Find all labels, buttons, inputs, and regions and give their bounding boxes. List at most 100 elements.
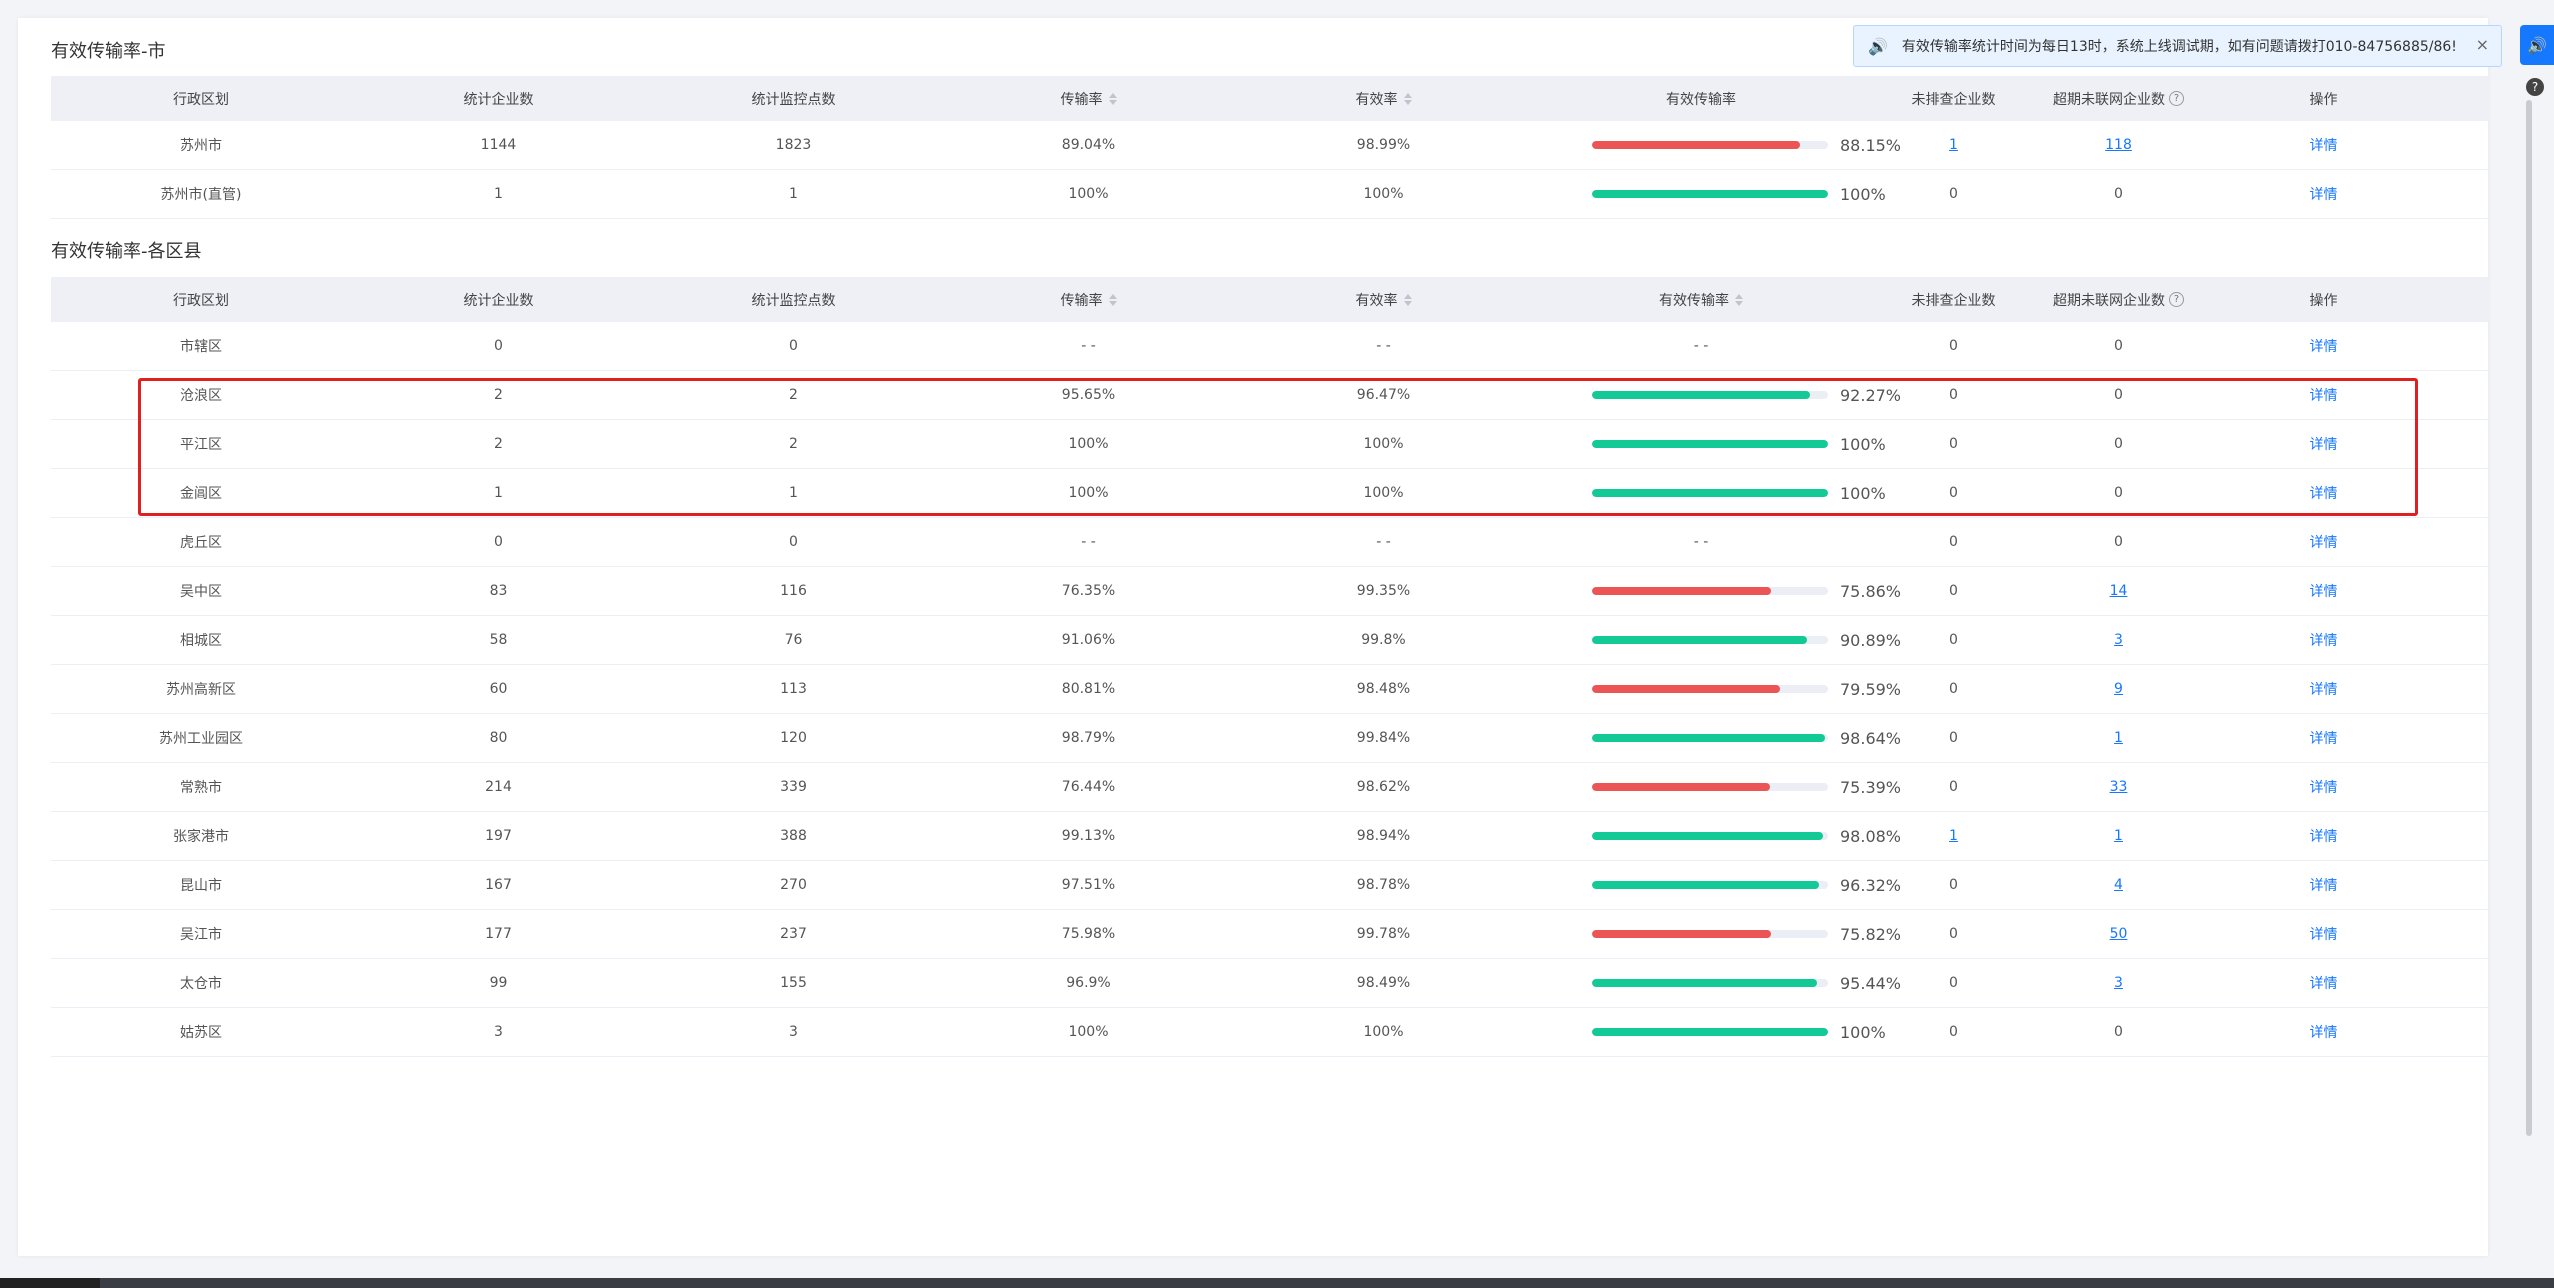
column-header: 未排查企业数 [1871,277,2036,322]
cell-region: 沧浪区 [180,388,222,404]
column-header-label: 统计监控点数 [751,91,836,108]
notice-text: 有效传输率统计时间为每日13时，系统上线调试期，如有问题请拨打010-84756… [1901,39,2457,55]
overdue-count-link[interactable]: 3 [2114,632,2123,648]
progress-track [1592,1028,1828,1036]
cell-companies: 60 [489,681,508,697]
detail-link[interactable]: 详情 [2310,875,2338,895]
detail-link[interactable]: 详情 [2310,679,2338,699]
progress-track [1592,685,1828,693]
cell-overdue: 50 [2036,910,2201,958]
table-row: 市辖区 0 0 - - - - - - 0 0 详情 [51,322,2489,371]
column-header-label: 统计监控点数 [751,292,836,309]
cell-valid: - - [1376,338,1391,354]
cell-op: 详情 [2241,420,2406,468]
cell-trans: 100% [1068,436,1109,452]
cell-unchecked: 0 [1871,616,2036,664]
progress-track [1592,881,1828,889]
detail-link[interactable]: 详情 [2310,532,2338,552]
progress-track [1592,440,1828,448]
cell-trans: 97.51% [1061,877,1116,893]
detail-link[interactable]: 详情 [2310,728,2338,748]
notice-banner: 🔊 有效传输率统计时间为每日13时，系统上线调试期，如有问题请拨打010-847… [1853,25,2502,67]
unchecked-count: 0 [1949,186,1958,202]
cell-valid: 99.35% [1356,583,1411,599]
question-circle-icon[interactable]: ? [2169,292,2184,307]
overdue-count: 0 [2114,338,2123,354]
column-header: 操作 [2241,277,2406,322]
column-header[interactable]: 传输率 [941,76,1236,121]
column-header[interactable]: 有效传输率 [1531,277,1871,322]
unchecked-count: 0 [1949,975,1958,991]
table-row: 姑苏区 3 3 100% 100% 100% 0 0 详情 [51,1008,2489,1057]
cell-unchecked: 0 [1871,959,2036,1007]
table-header-row: 行政区划 统计企业数 统计监控点数 传输率 有效率 有效传输率 未排查企业数 超期未联网企业数… [51,277,2489,322]
overdue-count-link[interactable]: 1 [2114,828,2123,844]
detail-link[interactable]: 详情 [2310,777,2338,797]
cell-unchecked: 0 [1871,322,2036,370]
detail-link[interactable]: 详情 [2310,581,2338,601]
detail-link[interactable]: 详情 [2310,483,2338,503]
cell-unchecked: 0 [1871,763,2036,811]
detail-link[interactable]: 详情 [2310,184,2338,204]
column-header[interactable]: 传输率 [941,277,1236,322]
overdue-count-link[interactable]: 50 [2110,926,2128,942]
overdue-count-link[interactable]: 118 [2105,137,2132,153]
cell-overdue: 3 [2036,616,2201,664]
detail-link[interactable]: 详情 [2310,135,2338,155]
detail-link[interactable]: 详情 [2310,973,2338,993]
cell-points: 1 [789,485,798,501]
overdue-count-link[interactable]: 14 [2110,583,2128,599]
cell-op: 详情 [2241,959,2406,1007]
cell-companies: 0 [494,534,503,550]
progress-track [1592,587,1828,595]
scrollbar[interactable] [2526,100,2532,1136]
column-header: 操作 [2241,76,2406,121]
table-row: 金阊区 1 1 100% 100% 100% 0 0 详情 [51,469,2489,518]
sort-icon[interactable] [1735,293,1743,306]
overdue-count-link[interactable]: 4 [2114,877,2123,893]
question-circle-icon[interactable]: ? [2169,91,2184,106]
close-icon[interactable]: × [2476,35,2489,54]
cell-overdue: 0 [2036,1008,2201,1056]
cell-op: 详情 [2241,371,2406,419]
column-header[interactable]: 有效率 [1236,76,1531,121]
cell-points: 388 [780,828,807,844]
taskbar [0,1278,2554,1288]
column-header-label: 有效传输率 [1666,91,1736,108]
detail-link[interactable]: 详情 [2310,434,2338,454]
speaker-toggle-button[interactable]: 🔊 [2520,25,2554,65]
sort-icon[interactable] [1108,293,1117,306]
cell-overdue: 0 [2036,469,2201,517]
detail-link[interactable]: 详情 [2310,924,2338,944]
detail-link[interactable]: 详情 [2310,336,2338,356]
cell-region: 苏州工业园区 [159,731,243,747]
sort-icon[interactable] [1403,293,1412,306]
column-header[interactable]: 有效率 [1236,277,1531,322]
sort-icon[interactable] [1403,92,1412,105]
cell-points: 2 [789,387,798,403]
cell-eff: - - [1693,338,1709,354]
cell-valid: 100% [1363,1024,1404,1040]
overdue-count: 0 [2114,1024,2123,1040]
column-header-label: 超期未联网企业数 [2053,91,2165,108]
unchecked-count-link[interactable]: 1 [1949,137,1958,153]
detail-link[interactable]: 详情 [2310,630,2338,650]
column-header-label: 行政区划 [173,292,229,309]
unchecked-count-link[interactable]: 1 [1949,828,1958,844]
help-icon[interactable]: ? [2526,78,2544,96]
overdue-count-link[interactable]: 1 [2114,730,2123,746]
detail-link[interactable]: 详情 [2310,385,2338,405]
detail-link[interactable]: 详情 [2310,826,2338,846]
overdue-count-link[interactable]: 33 [2110,779,2128,795]
overdue-count-link[interactable]: 3 [2114,975,2123,991]
cell-overdue: 0 [2036,322,2201,370]
cell-valid: 99.78% [1356,926,1411,942]
detail-link[interactable]: 详情 [2310,1022,2338,1042]
cell-op: 详情 [2241,121,2406,169]
sort-icon[interactable] [1108,92,1117,105]
progress-track [1592,930,1828,938]
progress-track [1592,636,1828,644]
overdue-count: 0 [2114,186,2123,202]
overdue-count-link[interactable]: 9 [2114,681,2123,697]
unchecked-count: 0 [1949,534,1958,550]
